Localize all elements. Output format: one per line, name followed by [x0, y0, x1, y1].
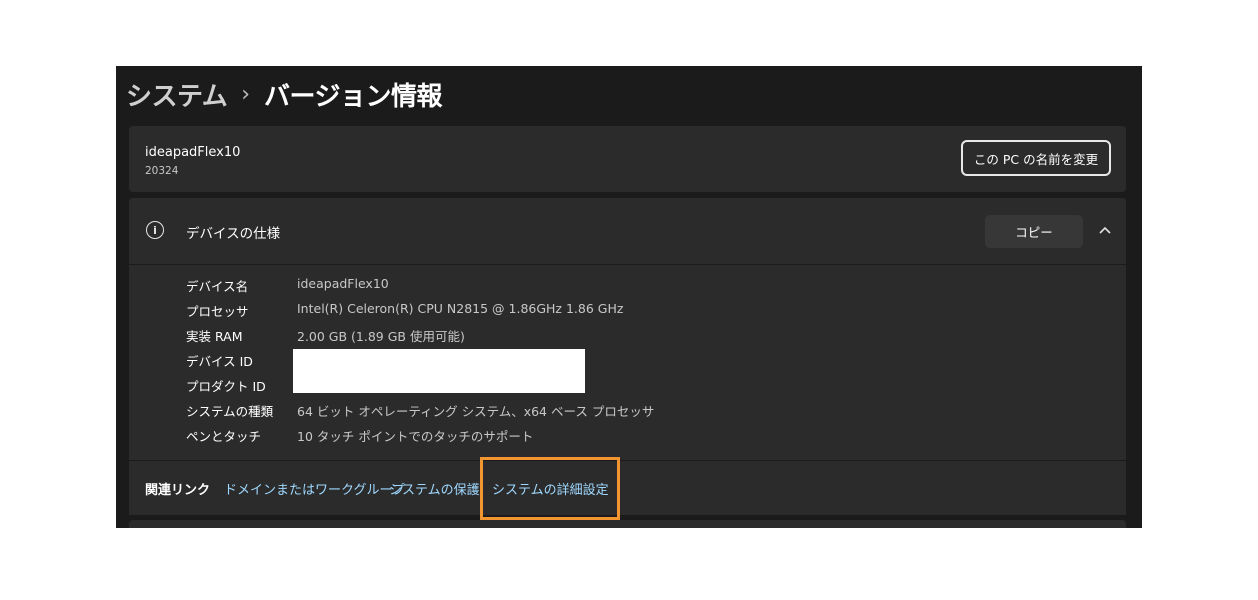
spec-label: ペンとタッチ	[186, 429, 262, 444]
spec-value: ideapadFlex10	[297, 276, 389, 291]
page-title: バージョン情報	[264, 81, 443, 112]
device-name: ideapadFlex10	[145, 145, 241, 160]
spec-value: 2.00 GB (1.89 GB 使用可能)	[297, 329, 465, 344]
spec-row-processor: プロセッサ Intel(R) Celeron(R) CPU N2815 @ 1.…	[186, 298, 1086, 323]
device-model: 20324	[145, 165, 179, 177]
copy-button[interactable]: コピー	[985, 215, 1083, 248]
rename-pc-button[interactable]: この PC の名前を変更	[961, 140, 1111, 176]
spec-row-pen-touch: ペンとタッチ 10 タッチ ポイントでのタッチのサポート	[186, 423, 1086, 448]
breadcrumb: システム › バージョン情報	[126, 72, 443, 116]
spec-row-ram: 実装 RAM 2.00 GB (1.89 GB 使用可能)	[186, 323, 1086, 348]
settings-window: システム › バージョン情報 ideapadFlex10 20324 この PC…	[116, 66, 1142, 528]
spec-label: デバイス名	[186, 279, 249, 294]
related-links-bar: 関連リンク ドメインまたはワークグループ システムの保護 システムの詳細設定	[129, 460, 1126, 515]
spec-label: 実装 RAM	[186, 329, 243, 344]
related-links-title: 関連リンク	[145, 483, 211, 498]
next-card-edge	[129, 520, 1126, 528]
breadcrumb-separator-icon: ›	[241, 81, 251, 107]
spec-row-system-type: システムの種類 64 ビット オペレーティング システム、x64 ベース プロセ…	[186, 398, 1086, 423]
spec-value: 64 ビット オペレーティング システム、x64 ベース プロセッサ	[297, 404, 655, 419]
highlight-box	[480, 457, 620, 520]
spec-value: Intel(R) Celeron(R) CPU N2815 @ 1.86GHz …	[297, 301, 624, 316]
chevron-up-icon[interactable]	[1098, 223, 1112, 237]
spec-row-device-name: デバイス名 ideapadFlex10	[186, 273, 1086, 298]
info-icon: i	[146, 221, 164, 239]
spec-label: システムの種類	[186, 404, 274, 419]
spec-label: プロダクト ID	[186, 379, 266, 394]
spec-label: プロセッサ	[186, 304, 249, 319]
device-specs-title: デバイスの仕様	[186, 226, 281, 242]
breadcrumb-system[interactable]: システム	[126, 76, 228, 113]
device-card: ideapadFlex10 20324 この PC の名前を変更	[129, 126, 1126, 192]
spec-label: デバイス ID	[186, 354, 253, 369]
redaction-block	[293, 349, 585, 393]
domain-workgroup-link[interactable]: ドメインまたはワークグループ	[224, 479, 405, 498]
spec-value: 10 タッチ ポイントでのタッチのサポート	[297, 429, 534, 444]
device-specs-header[interactable]: i デバイスの仕様 コピー	[129, 198, 1126, 265]
system-protection-link[interactable]: システムの保護	[389, 479, 480, 498]
